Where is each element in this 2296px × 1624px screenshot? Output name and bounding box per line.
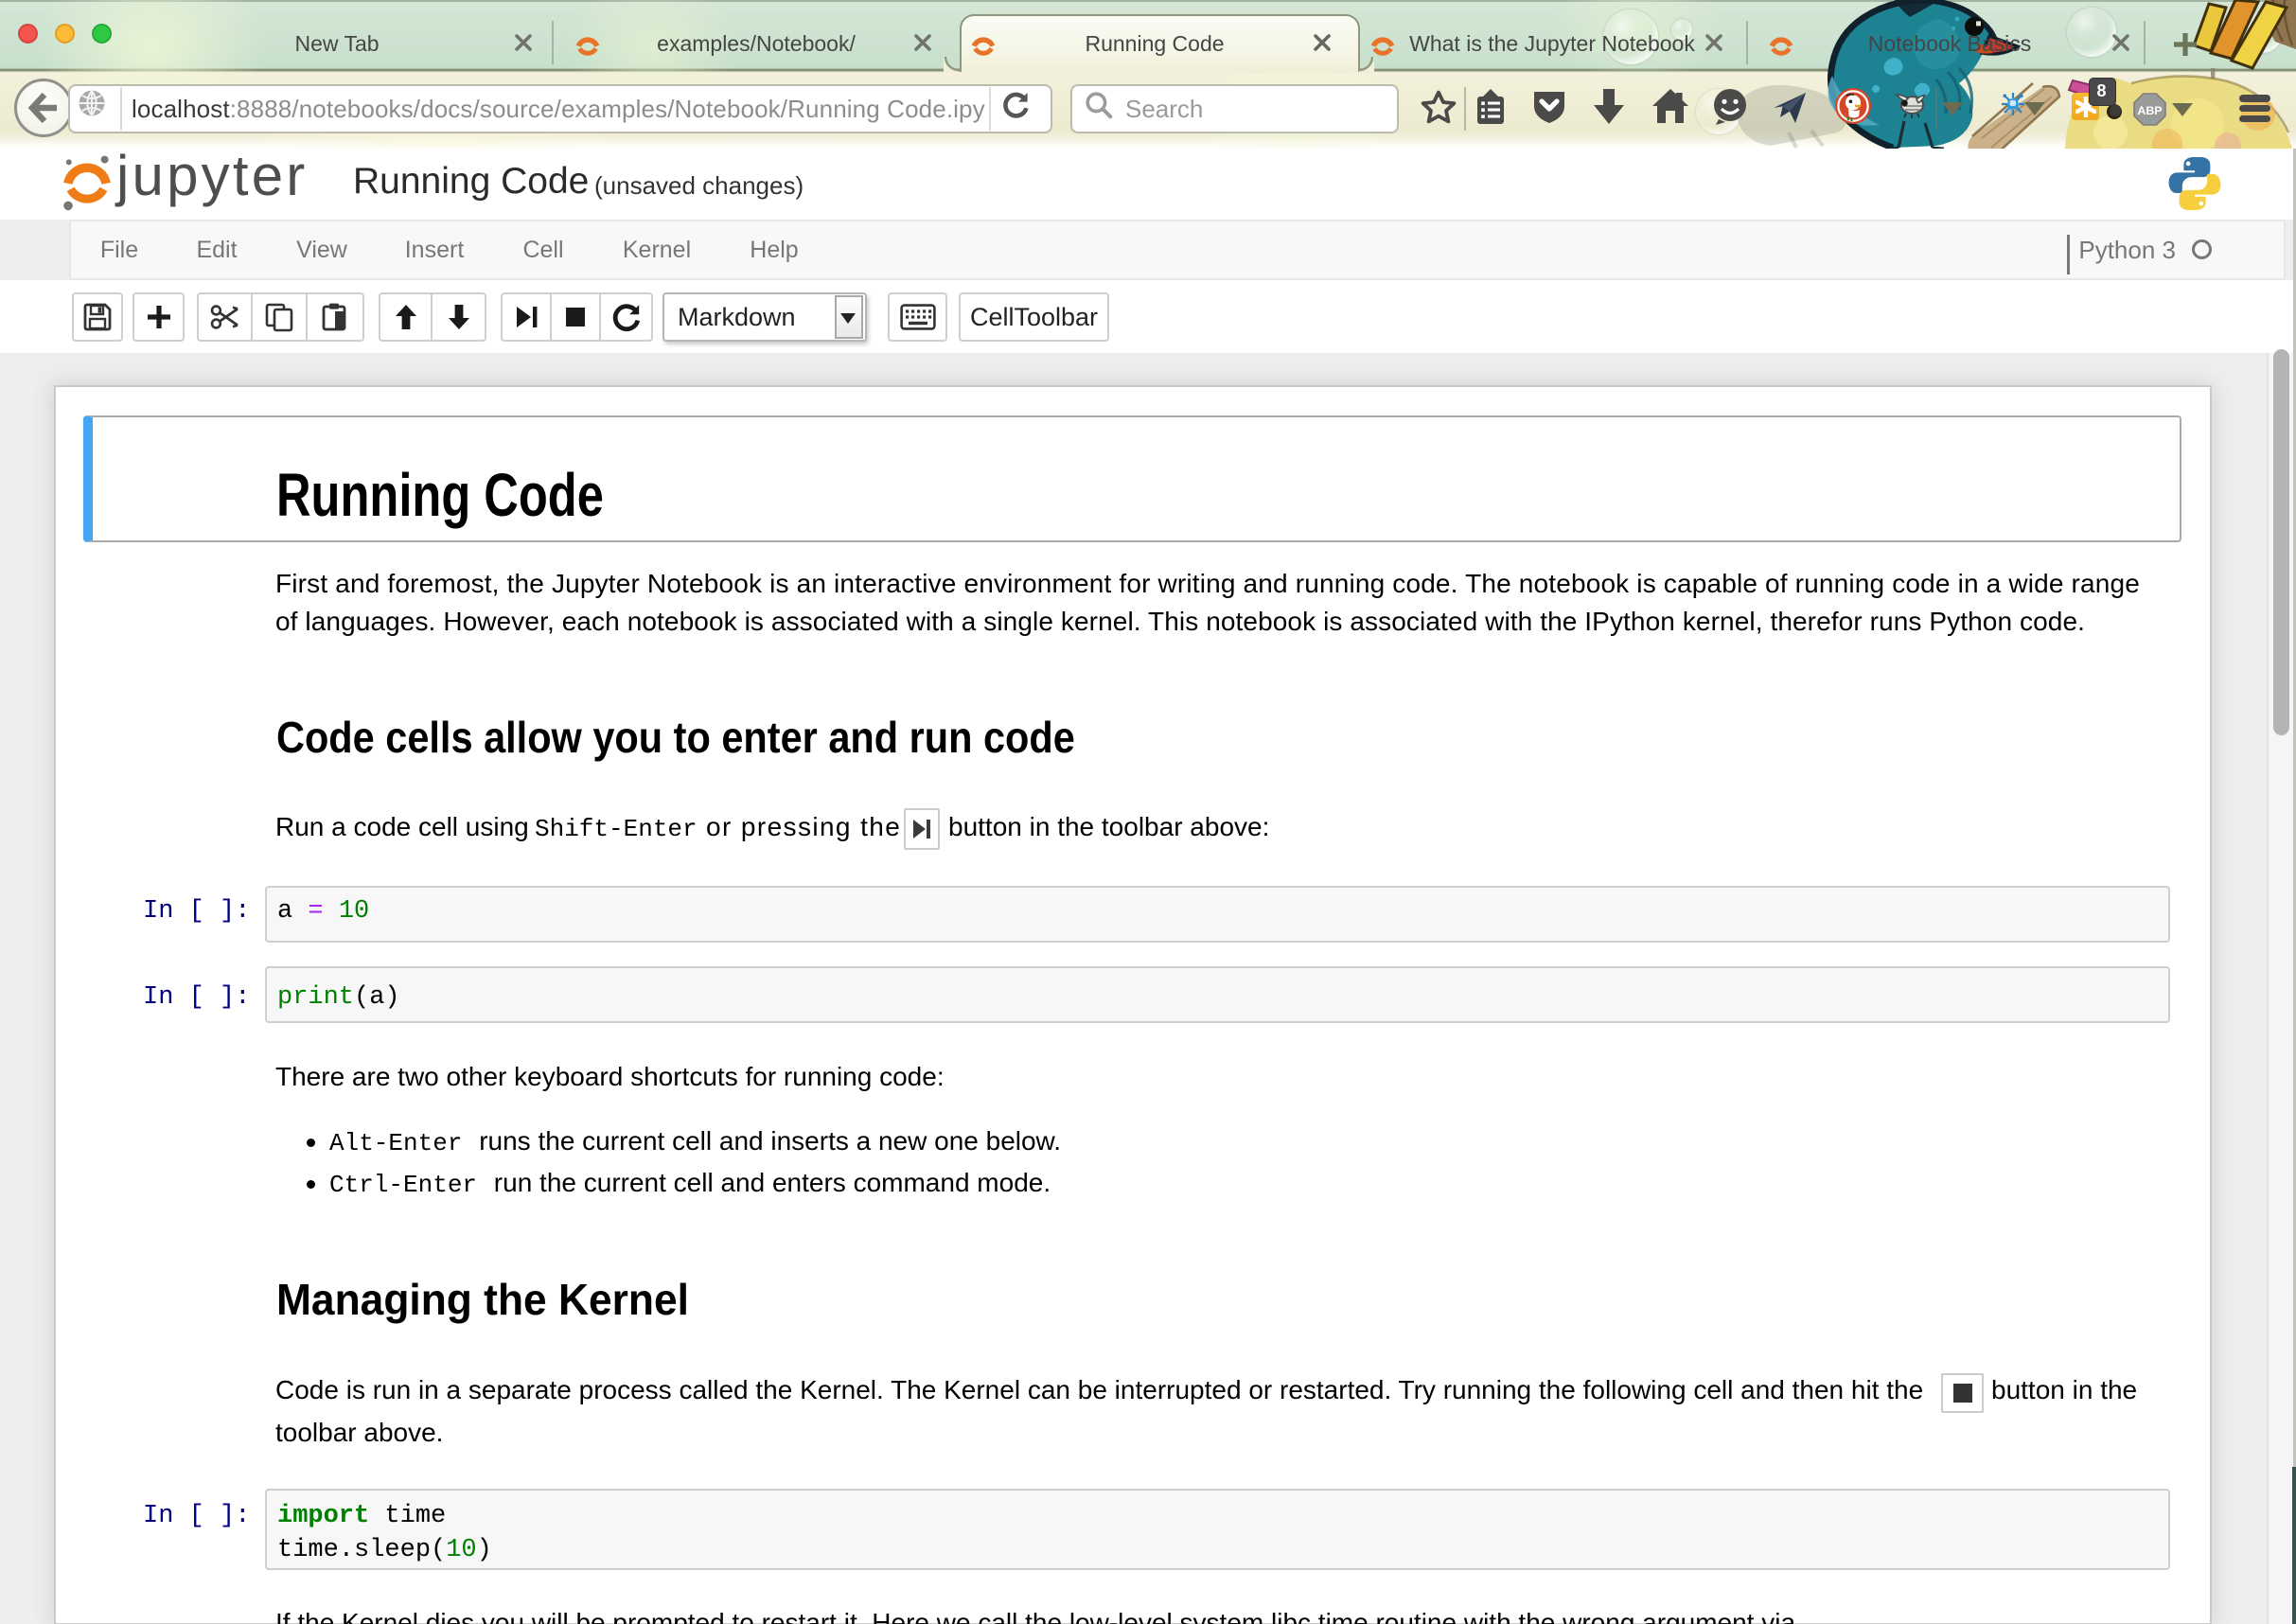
- svg-text:ABP: ABP: [2137, 104, 2162, 117]
